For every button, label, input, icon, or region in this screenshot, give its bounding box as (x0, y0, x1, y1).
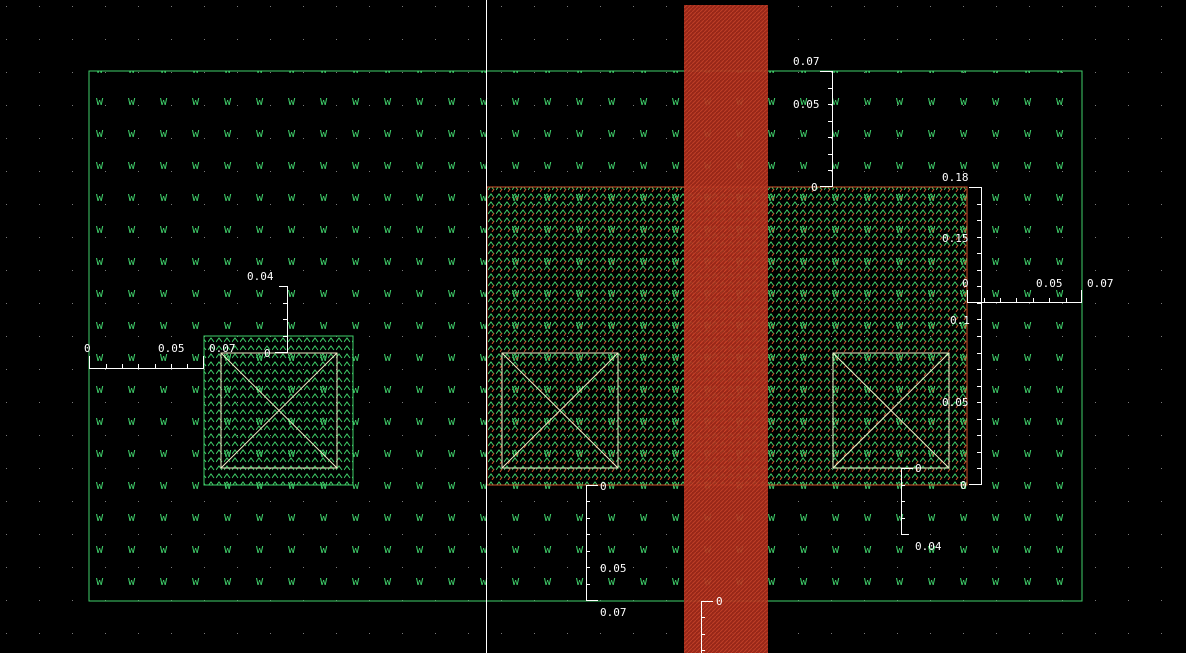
ruler-right-c-top: 0 (915, 462, 922, 475)
ruler-right-v-bottom: 0 (960, 479, 967, 492)
ruler-left-h-start: 0 (84, 342, 91, 355)
ruler-top-v-bottom: 0 (811, 181, 818, 194)
ruler-right-c-bottom: 0.04 (915, 540, 942, 553)
ruler-right-h-start: 0 (962, 277, 969, 290)
ruler-top-v-mid: 0.05 (793, 98, 820, 111)
ruler-top-v-top: 0.07 (793, 55, 820, 68)
ruler-left-h-end: 0.07 (209, 342, 236, 355)
ruler-bottom-v-mid: 0.05 (600, 562, 627, 575)
ruler-right-v-t2: 0.15 (942, 232, 969, 245)
ruler-right-v-t4: 0.05 (942, 396, 969, 409)
ruler-right-h-end: 0.07 (1087, 277, 1114, 290)
layout-canvas[interactable]: w (0, 0, 1186, 653)
ruler-right-v-top: 0.18 (942, 171, 969, 184)
ruler-bottom-v-top: 0 (600, 480, 607, 493)
ruler-right-v-t3: 0.1 (950, 314, 970, 327)
ruler-poly-top: 0 (716, 595, 723, 608)
ruler-left-h-mid: 0.05 (158, 342, 185, 355)
ruler-left-v-bottom: 0 (264, 347, 271, 360)
ruler-bottom-v-bottom: 0.07 (600, 606, 627, 619)
ruler-right-h-mid: 0.05 (1036, 277, 1063, 290)
ruler-left-v-top: 0.04 (247, 270, 274, 283)
poly-gate[interactable] (684, 5, 768, 653)
left-well-tap[interactable] (203, 335, 354, 486)
